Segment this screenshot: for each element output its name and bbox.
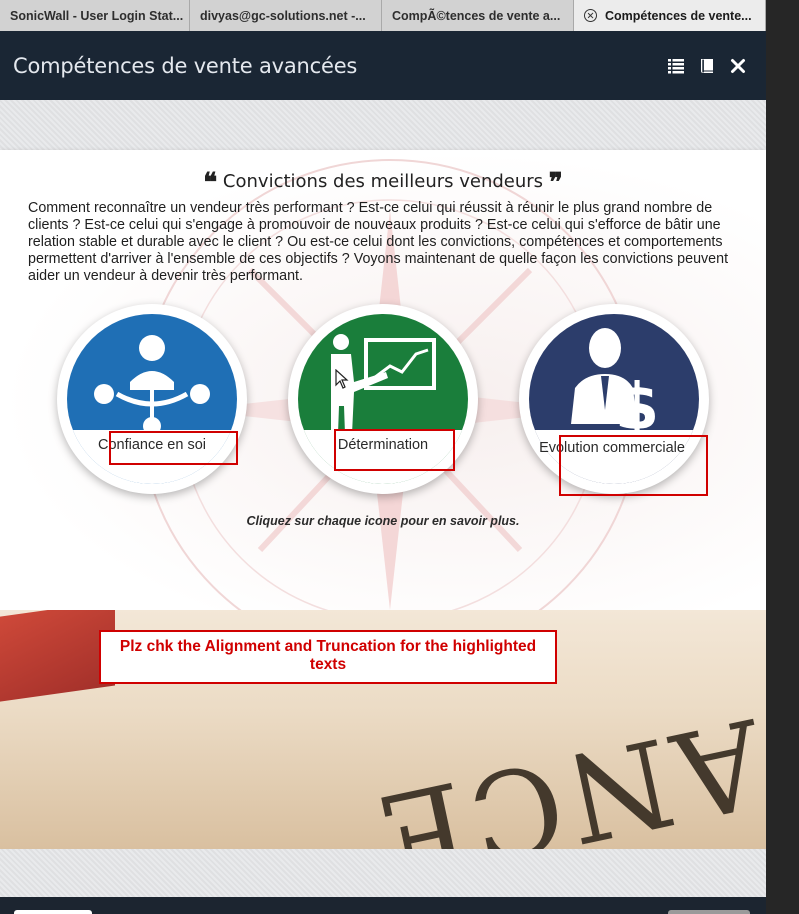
browser-tab-email[interactable]: divyas@gc-solutions.net -... [190, 0, 382, 31]
click-hint: Cliquez sur chaque icone pour en savoir … [246, 514, 520, 528]
bottom-right-button[interactable] [668, 910, 750, 914]
browser-tab-competences-1[interactable]: CompÃ©tences de vente a... [382, 0, 574, 31]
intro-paragraph: Comment reconnaître un vendeur très perf… [28, 200, 729, 284]
determination-label: Détermination [337, 437, 429, 453]
evolution-disc: $ [529, 314, 699, 484]
tab-label: divyas@gc-solutions.net -... [200, 8, 366, 23]
slide-background-texture-bottom [0, 849, 766, 897]
course-title: Compétences de vente avancées [13, 53, 358, 78]
confiance-icon-button[interactable]: Confiance en soi [57, 304, 247, 494]
background-photo-lettering: ANCE [359, 690, 766, 849]
window-edge [766, 0, 799, 914]
player-bottom-bar [0, 897, 766, 914]
network-person-icon [94, 335, 210, 435]
determination-icon-button[interactable]: Détermination [288, 304, 478, 494]
browser-tab-sonicwall[interactable]: SonicWall - User Login Stat... [0, 0, 190, 31]
content-panel: ❝ Convictions des meilleurs vendeurs ❞ C… [0, 150, 766, 610]
determination-disc [298, 314, 468, 484]
slide-area: ❝ Convictions des meilleurs vendeurs ❞ C… [0, 100, 766, 897]
open-quote-icon: ❝ [203, 168, 218, 198]
confiance-label: Confiance en soi [97, 437, 206, 453]
close-tab-icon[interactable] [584, 9, 597, 22]
tab-label: SonicWall - User Login Stat... [10, 8, 184, 23]
red-book-shape [0, 610, 115, 705]
mouse-cursor-icon [335, 369, 349, 389]
review-note: Plz chk the Alignment and Truncation for… [99, 630, 557, 684]
browser-tab-bar: SonicWall - User Login Stat... divyas@gc… [0, 0, 766, 31]
slide-title-text: Convictions des meilleurs vendeurs [222, 171, 544, 192]
book-icon[interactable] [699, 58, 715, 74]
slide-title: ❝ Convictions des meilleurs vendeurs ❞ [0, 168, 766, 198]
menu-list-icon[interactable] [668, 58, 684, 74]
bottom-left-button[interactable] [14, 910, 92, 914]
businessman-dollar-icon: $ [571, 328, 660, 445]
close-quote-icon: ❞ [548, 168, 563, 198]
tab-label: Compétences de vente... [605, 8, 752, 23]
browser-tab-competences-active[interactable]: Compétences de vente... [574, 0, 766, 31]
slide-background-texture [0, 100, 766, 150]
course-header: Compétences de vente avancées [0, 31, 766, 100]
svg-text:$: $ [615, 371, 660, 445]
evolution-icon-button[interactable]: $ Evolution commerciale [519, 304, 709, 494]
tab-label: CompÃ©tences de vente a... [392, 8, 561, 23]
presenter-board-icon [331, 334, 436, 434]
close-icon[interactable] [730, 58, 746, 74]
confiance-disc [67, 314, 237, 484]
evolution-label: Evolution commerciale [539, 440, 685, 456]
